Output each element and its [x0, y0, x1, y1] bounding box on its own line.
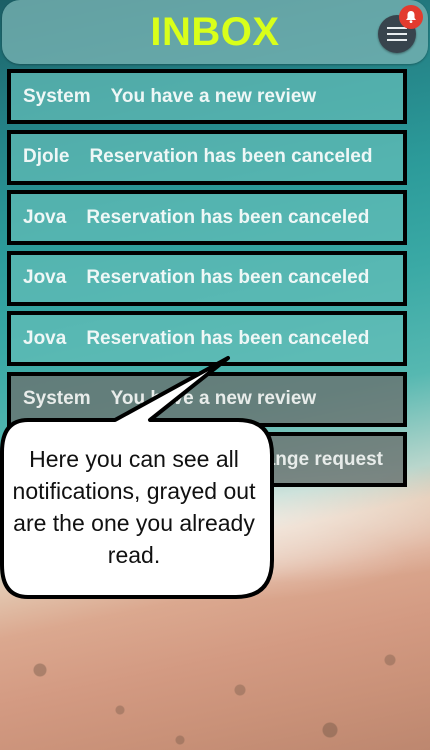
tooltip-text: Here you can see all notifications, gray…	[12, 446, 256, 568]
speech-bubble-shape	[0, 356, 274, 599]
